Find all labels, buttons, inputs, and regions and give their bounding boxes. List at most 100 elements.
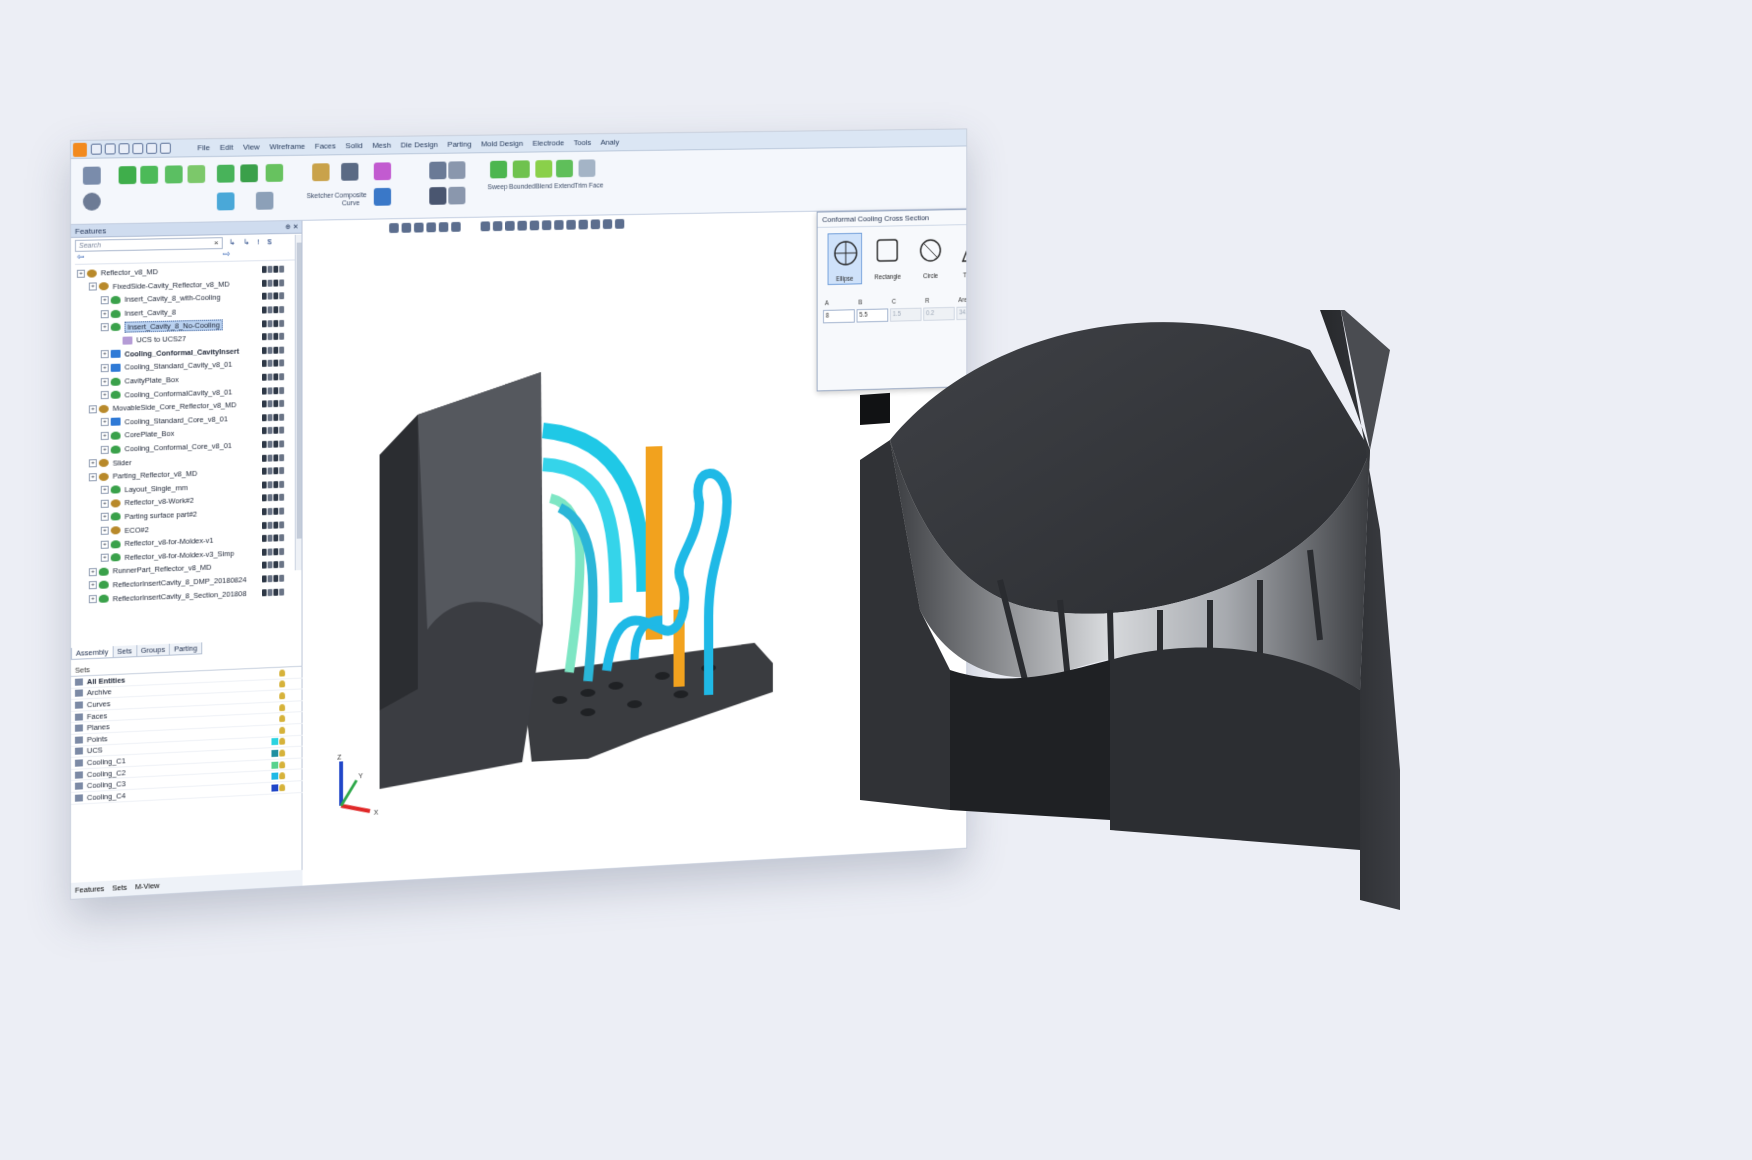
visibility-toggle-icon[interactable] [279, 265, 285, 273]
visibility-icons[interactable] [261, 373, 285, 381]
expand-toggle-icon[interactable]: + [100, 486, 109, 495]
param-input[interactable]: 8 [823, 309, 855, 324]
back-arrow-icon[interactable]: ⇦ [77, 252, 84, 263]
expand-toggle-icon[interactable]: + [100, 350, 109, 359]
expand-toggle-icon[interactable]: + [100, 296, 109, 305]
visibility-toggle-icon[interactable] [279, 507, 285, 515]
bulb-icon[interactable] [279, 692, 286, 700]
menu-item[interactable]: Edit [220, 143, 233, 152]
visibility-toggle-icon[interactable] [267, 279, 273, 287]
visibility-toggle-icon[interactable] [261, 494, 267, 502]
expand-toggle-icon[interactable]: + [100, 499, 109, 508]
shape-option-circle[interactable]: Circle [914, 231, 948, 283]
visibility-icons[interactable] [261, 453, 285, 462]
bottom-tab-sets[interactable]: Sets [108, 880, 131, 899]
menu-item[interactable]: Mesh [372, 141, 391, 150]
visibility-toggle-icon[interactable] [273, 588, 279, 596]
expand-toggle-icon[interactable]: + [100, 431, 109, 440]
chamfer-icon[interactable] [265, 163, 284, 182]
visibility-toggle-icon[interactable] [279, 279, 285, 287]
visibility-icons[interactable] [261, 333, 285, 341]
blend-icon[interactable] [535, 160, 553, 178]
visibility-icons[interactable] [261, 279, 285, 287]
visibility-toggle-icon[interactable] [261, 481, 267, 489]
visibility-icons[interactable] [261, 292, 285, 301]
shell-icon[interactable] [216, 164, 235, 183]
menu-item[interactable]: Tools [574, 138, 591, 147]
menu-item[interactable]: View [243, 142, 260, 151]
menu-item[interactable]: Mold Design [481, 139, 523, 148]
visibility-toggle-icon[interactable] [267, 494, 273, 502]
visibility-toggle-icon[interactable] [261, 373, 267, 381]
visibility-icons[interactable] [261, 306, 285, 314]
expand-toggle-icon[interactable]: + [100, 391, 109, 400]
expand-toggle-icon[interactable]: + [88, 459, 97, 468]
expand-toggle-icon[interactable]: + [100, 513, 109, 522]
visibility-icons[interactable] [261, 319, 285, 328]
visibility-toggle-icon[interactable] [279, 480, 285, 488]
visibility-toggle-icon[interactable] [273, 292, 279, 300]
tab-assembly[interactable]: Assembly [70, 646, 114, 660]
visibility-toggle-icon[interactable] [267, 507, 273, 516]
visibility-toggle-icon[interactable] [273, 386, 279, 394]
shape-option-triangle[interactable]: Triangle [956, 230, 968, 282]
text-icon[interactable] [429, 186, 447, 205]
visibility-icons[interactable] [261, 494, 285, 502]
visibility-toggle-icon[interactable] [261, 306, 267, 314]
panel-pin-close-icons[interactable]: ⊕ ✕ [285, 223, 298, 231]
expand-toggle-icon[interactable]: + [100, 526, 109, 535]
search-input[interactable]: Search [74, 237, 223, 252]
visibility-toggle-icon[interactable] [279, 561, 285, 569]
search-options-icon[interactable]: ↳↳!$ [229, 237, 280, 247]
bulb-icon[interactable] [279, 669, 286, 677]
expand-toggle-icon[interactable]: + [88, 404, 97, 414]
bulb-icon[interactable] [279, 715, 286, 723]
menu-item[interactable]: Electrode [532, 138, 564, 147]
expand-toggle-icon[interactable]: + [100, 363, 109, 373]
bulb-icon[interactable] [279, 703, 286, 711]
visibility-toggle-icon[interactable] [273, 373, 279, 381]
visibility-toggle-icon[interactable] [267, 333, 273, 341]
visibility-toggle-icon[interactable] [279, 386, 285, 394]
rotate-icon[interactable] [82, 192, 101, 211]
visibility-toggle-icon[interactable] [261, 467, 267, 475]
trim-face-icon[interactable] [578, 159, 596, 178]
sketcher-icon[interactable] [312, 163, 330, 182]
extrude-icon[interactable] [164, 165, 183, 184]
visibility-toggle-icon[interactable] [273, 494, 279, 502]
shape-option-ellipse[interactable]: Ellipse [827, 232, 862, 286]
visibility-toggle-icon[interactable] [279, 359, 285, 367]
color-swatch[interactable] [271, 738, 279, 746]
visibility-toggle-icon[interactable] [267, 561, 273, 569]
visibility-toggle-icon[interactable] [267, 306, 273, 314]
visibility-toggle-icon[interactable] [261, 387, 267, 395]
expand-toggle-icon[interactable]: + [100, 540, 109, 549]
visibility-icons[interactable] [261, 574, 285, 583]
visibility-toggle-icon[interactable] [279, 520, 285, 529]
pattern-icon[interactable] [255, 191, 274, 210]
visibility-toggle-icon[interactable] [267, 467, 273, 475]
ucs-tool-icon[interactable] [373, 187, 392, 206]
expand-toggle-icon[interactable]: + [100, 377, 109, 386]
visibility-toggle-icon[interactable] [261, 575, 267, 583]
visibility-toggle-icon[interactable] [279, 588, 285, 596]
visibility-icons[interactable] [261, 588, 285, 596]
settings-icon[interactable] [160, 142, 171, 154]
visibility-icons[interactable] [261, 400, 285, 408]
forward-arrow-icon[interactable]: ⇨ [223, 249, 230, 260]
visibility-toggle-icon[interactable] [273, 454, 279, 462]
visibility-toggle-icon[interactable] [273, 548, 279, 556]
visibility-toggle-icon[interactable] [261, 588, 267, 596]
shape-option-rectangle[interactable]: Rectangle [871, 232, 905, 284]
sweep-icon[interactable] [490, 160, 508, 179]
bottom-tab-mview[interactable]: M-View [131, 878, 163, 898]
bulb-icon[interactable] [279, 783, 286, 791]
expand-toggle-icon[interactable]: + [88, 581, 97, 590]
visibility-toggle-icon[interactable] [279, 400, 285, 408]
transform-icon[interactable] [216, 192, 235, 211]
visibility-toggle-icon[interactable] [267, 346, 273, 354]
menu-item[interactable]: Faces [315, 141, 336, 150]
visibility-icons[interactable] [261, 346, 285, 354]
visibility-toggle-icon[interactable] [279, 319, 285, 327]
visibility-toggle-icon[interactable] [279, 534, 285, 542]
